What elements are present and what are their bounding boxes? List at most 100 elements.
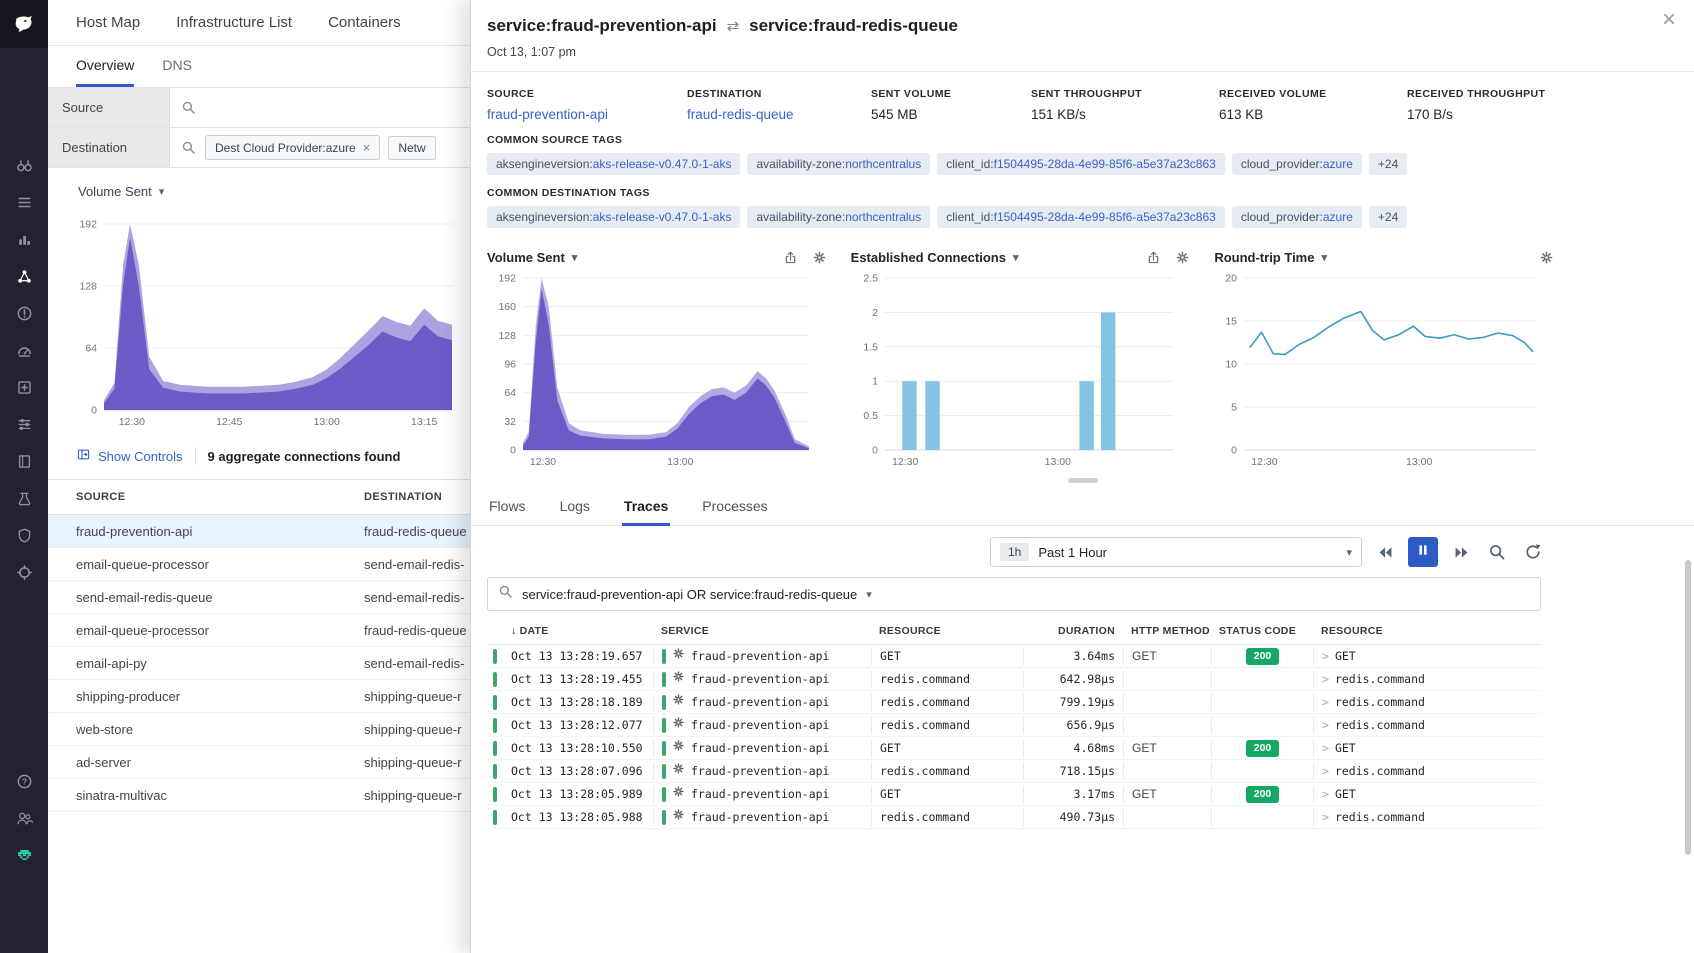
trace-row[interactable]: Oct 13 13:28:05.989 fraud-prevention-api… (487, 783, 1541, 806)
volume-sent-chart[interactable]: 06412819212:3012:4513:0013:15 (48, 214, 470, 433)
detail-header: service:fraud-prevention-api ⇄ service:f… (471, 0, 1694, 72)
tab-logs[interactable]: Logs (558, 486, 592, 526)
connection-row[interactable]: sinatra-multivacshipping-queue-r (48, 779, 470, 812)
trace-row[interactable]: Oct 13 13:28:19.455 fraud-prevention-api… (487, 668, 1541, 691)
chart-title[interactable]: Volume Sent (487, 250, 565, 265)
trace-service-cell: fraud-prevention-api (653, 717, 871, 734)
skip-forward-icon[interactable] (1448, 539, 1474, 565)
tag-pill[interactable]: aksengineversion:aks-release-v0.47.0-1-a… (487, 153, 740, 175)
connection-row[interactable]: email-api-pysend-email-redis- (48, 647, 470, 680)
connection-row[interactable]: ad-servershipping-queue-r (48, 746, 470, 779)
trace-row[interactable]: Oct 13 13:28:12.077 fraud-prevention-api… (487, 714, 1541, 737)
tag-pill[interactable]: availability-zone:northcentralus (747, 206, 930, 228)
book-icon[interactable] (12, 449, 36, 473)
tag-pill[interactable]: cloud_provider:azure (1232, 206, 1362, 228)
alert-icon[interactable] (12, 301, 36, 325)
tab-dns[interactable]: DNS (162, 46, 192, 87)
search-icon[interactable] (170, 140, 205, 155)
nav-tab-containers[interactable]: Containers (328, 14, 401, 31)
connection-row[interactable]: email-queue-processorfraud-redis-queue (48, 614, 470, 647)
chart-title[interactable]: Round-trip Time (1214, 250, 1314, 265)
trace-row[interactable]: Oct 13 13:28:18.189 fraud-prevention-api… (487, 691, 1541, 714)
established-connections-chart[interactable]: 00.511.522.512:3013:00 (851, 270, 1191, 473)
metric-selector[interactable]: Volume Sent ▾ (48, 168, 470, 214)
time-range-selector[interactable]: 1h Past 1 Hour ▾ (990, 537, 1362, 567)
trace-row[interactable]: Oct 13 13:28:19.657 fraud-prevention-api… (487, 645, 1541, 668)
binoculars-icon[interactable] (12, 153, 36, 177)
zoom-icon[interactable] (1484, 539, 1510, 565)
plus-box-icon[interactable] (12, 375, 36, 399)
stat-label: DESTINATION (687, 88, 871, 100)
chart-title[interactable]: Established Connections (851, 250, 1006, 265)
export-icon[interactable] (1146, 250, 1161, 265)
gear-icon[interactable] (812, 250, 827, 265)
source-service-title[interactable]: service:fraud-prevention-api (487, 16, 717, 36)
sliders-icon[interactable] (12, 412, 36, 436)
crosshair-icon[interactable] (12, 560, 36, 584)
nav-tab-infrastructure-list[interactable]: Infrastructure List (176, 14, 292, 31)
nav-tab-host-map[interactable]: Host Map (76, 14, 140, 31)
service-column-header[interactable]: SERVICE (653, 625, 871, 637)
connection-row[interactable]: fraud-prevention-apifraud-redis-queue (48, 515, 470, 548)
drag-handle[interactable] (1068, 478, 1098, 483)
source-column-header[interactable]: SOURCE (76, 491, 364, 503)
tab-flows[interactable]: Flows (487, 486, 528, 526)
list-icon[interactable] (12, 190, 36, 214)
connection-row[interactable]: web-storeshipping-queue-r (48, 713, 470, 746)
chevron-down-icon: ▾ (1321, 251, 1327, 264)
search-icon[interactable] (170, 100, 205, 115)
sort-desc-icon: ↓ (511, 625, 517, 637)
gear-icon[interactable] (1175, 250, 1190, 265)
tab-traces[interactable]: Traces (622, 486, 670, 526)
volume-sent-detail-chart[interactable]: 032649612816019212:3013:00 (487, 270, 827, 473)
filter-pill-network[interactable]: Netw (388, 136, 435, 160)
destination-service-title[interactable]: service:fraud-redis-queue (749, 16, 958, 36)
date-column-header[interactable]: ↓DATE (503, 625, 653, 637)
users-icon[interactable] (12, 806, 36, 830)
connection-row[interactable]: shipping-producershipping-queue-r (48, 680, 470, 713)
status-code-column-header[interactable]: STATUS CODE (1211, 625, 1313, 637)
tag-pill[interactable]: client_id:f1504495-28da-4e99-85f6-a5e37a… (937, 153, 1225, 175)
gauge-icon[interactable] (12, 338, 36, 362)
datadog-logo[interactable] (0, 0, 48, 48)
chevron-right-icon: > (1322, 740, 1329, 757)
service-link[interactable]: fraud-redis-queue (687, 107, 871, 122)
http-method-column-header[interactable]: HTTP METHOD (1123, 625, 1211, 637)
duration-column-header[interactable]: DURATION (1023, 625, 1123, 637)
tab-processes[interactable]: Processes (700, 486, 769, 526)
trace-search-input[interactable]: service:fraud-prevention-api OR service:… (487, 577, 1541, 611)
beaker-icon[interactable] (12, 486, 36, 510)
trace-row[interactable]: Oct 13 13:28:10.550 fraud-prevention-api… (487, 737, 1541, 760)
close-icon[interactable]: × (1662, 8, 1676, 32)
resource-column-header[interactable]: RESOURCE (1313, 625, 1541, 637)
shield-icon[interactable] (12, 523, 36, 547)
trace-row[interactable]: Oct 13 13:28:07.096 fraud-prevention-api… (487, 760, 1541, 783)
refresh-icon[interactable] (1520, 539, 1546, 565)
tag-pill[interactable]: availability-zone:northcentralus (747, 153, 930, 175)
help-icon[interactable]: ? (12, 769, 36, 793)
remove-filter-icon[interactable]: × (363, 140, 371, 155)
export-icon[interactable] (783, 250, 798, 265)
tab-overview[interactable]: Overview (76, 46, 134, 87)
skip-back-icon[interactable] (1372, 539, 1398, 565)
invader-icon[interactable] (12, 843, 36, 867)
connection-row[interactable]: send-email-redis-queuesend-email-redis- (48, 581, 470, 614)
trace-row[interactable]: Oct 13 13:28:05.988 fraud-prevention-api… (487, 806, 1541, 829)
pause-button[interactable] (1408, 537, 1438, 567)
round-trip-time-chart[interactable]: 0510152012:3013:00 (1214, 270, 1554, 473)
bar-chart-icon[interactable] (12, 227, 36, 251)
gear-icon[interactable] (1539, 250, 1554, 265)
show-controls-button[interactable]: Show Controls (76, 447, 183, 465)
more-tags-pill[interactable]: +24 (1369, 206, 1407, 228)
connection-row[interactable]: email-queue-processorsend-email-redis- (48, 548, 470, 581)
resource-column-header[interactable]: RESOURCE (871, 625, 1023, 637)
scrollbar[interactable] (1685, 560, 1691, 855)
tag-pill[interactable]: aksengineversion:aks-release-v0.47.0-1-a… (487, 206, 740, 228)
filter-pill-dest-cloud-provider[interactable]: Dest Cloud Provider:azure × (205, 135, 380, 160)
tag-pill[interactable]: client_id:f1504495-28da-4e99-85f6-a5e37a… (937, 206, 1225, 228)
tag-pill[interactable]: cloud_provider:azure (1232, 153, 1362, 175)
destination-column-header[interactable]: DESTINATION (364, 491, 470, 503)
service-link[interactable]: fraud-prevention-api (487, 107, 687, 122)
network-map-icon[interactable] (12, 264, 36, 288)
more-tags-pill[interactable]: +24 (1369, 153, 1407, 175)
